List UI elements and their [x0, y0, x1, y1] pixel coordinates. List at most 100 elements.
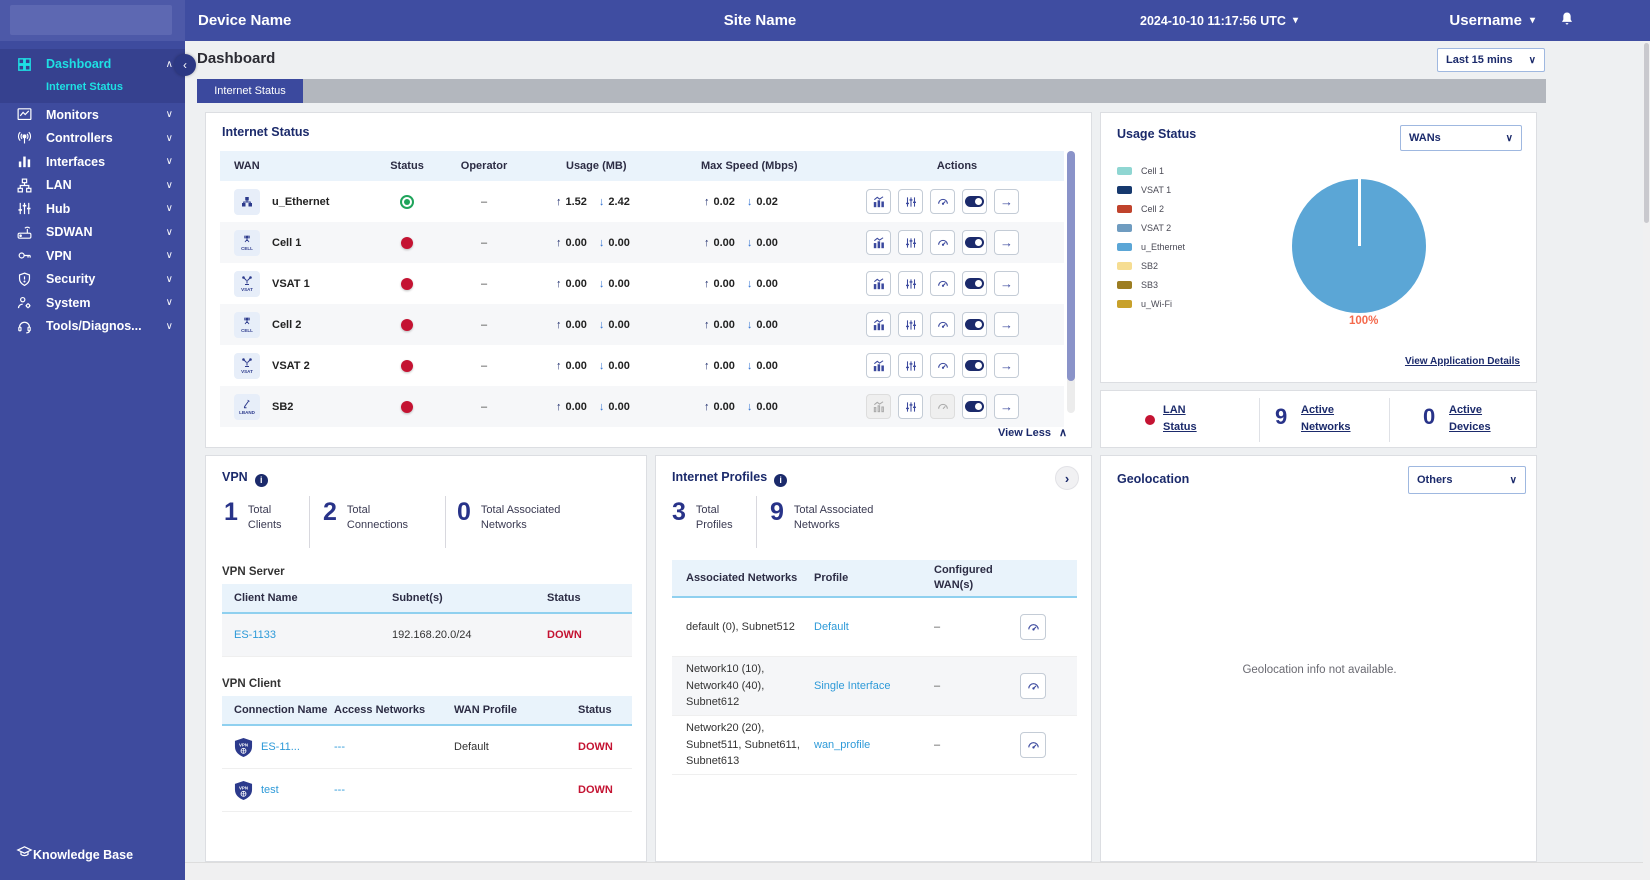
info-icon[interactable]: i	[774, 473, 788, 487]
panel-title: Geolocation	[1117, 472, 1190, 486]
bell-icon	[1559, 10, 1575, 32]
legend-item: Cell 1	[1117, 161, 1185, 180]
details-arrow-button[interactable]: →	[994, 394, 1019, 419]
speedtest-button[interactable]	[930, 353, 955, 378]
configure-button[interactable]	[898, 394, 923, 419]
expand-panel-button[interactable]: ›	[1055, 466, 1079, 490]
vertical-scrollbar[interactable]	[1643, 41, 1650, 880]
internet-status-panel: Internet Status WAN Status Operator Usag…	[205, 112, 1092, 448]
status-disconnected-indicator	[401, 318, 413, 331]
view-application-details-link[interactable]: View Application Details	[1405, 356, 1520, 367]
empty-state-message: Geolocation info not available.	[1242, 664, 1397, 676]
sidebar-item-security[interactable]: Security ∨	[0, 268, 185, 292]
sidebar-item-hub[interactable]: Hub ∨	[0, 197, 185, 221]
upload-icon: ↑	[704, 195, 710, 208]
notifications-button[interactable]	[1559, 0, 1575, 41]
client-name-link[interactable]: ES-1133	[222, 629, 392, 641]
logo	[10, 5, 172, 35]
tab-internet-status[interactable]: Internet Status	[197, 79, 303, 103]
enable-toggle[interactable]	[962, 189, 987, 214]
connection-name-link[interactable]: test	[261, 784, 279, 796]
speedtest-button[interactable]	[930, 189, 955, 214]
active-networks-link[interactable]: Active Networks	[1301, 402, 1367, 436]
configure-button[interactable]	[898, 353, 923, 378]
configure-button[interactable]	[898, 271, 923, 296]
dashboard-icon	[16, 56, 46, 73]
speedtest-button[interactable]	[1020, 614, 1046, 640]
speedtest-button[interactable]	[1020, 673, 1046, 699]
legend-item: SB2	[1117, 256, 1185, 275]
chevron-down-icon: ∨	[165, 320, 173, 332]
configure-button[interactable]	[898, 230, 923, 255]
view-less-button[interactable]: View Less ∧	[998, 426, 1067, 440]
sidebar-item-controllers[interactable]: Controllers ∨	[0, 127, 185, 151]
lan-summary-panel: LAN Status 9 Active Networks 0 Active De…	[1100, 390, 1537, 448]
sidebar-item-system[interactable]: System ∨	[0, 291, 185, 315]
sidebar-item-vpn[interactable]: VPN ∨	[0, 244, 185, 268]
vpn-stat-clients: 1 Total Clients	[224, 498, 282, 531]
time-range-select[interactable]: Last 15 mins ∨	[1437, 48, 1545, 72]
vpn-server-title: VPN Server	[222, 566, 285, 578]
site-name: Site Name	[723, 12, 797, 29]
enable-toggle[interactable]	[962, 394, 987, 419]
profile-row: Network10 (10), Network40 (40), Subnet61…	[672, 657, 1077, 716]
details-arrow-button[interactable]: →	[994, 353, 1019, 378]
speedtest-button[interactable]	[1020, 732, 1046, 758]
active-devices-link[interactable]: Active Devices	[1449, 402, 1505, 436]
timestamp-dropdown[interactable]: 2024-10-10 11:17:56 UTC ▾	[1140, 0, 1298, 41]
table-scrollbar[interactable]	[1067, 151, 1075, 413]
sidebar-item-lan[interactable]: LAN ∨	[0, 174, 185, 198]
profile-link[interactable]: Default	[814, 621, 934, 633]
enable-toggle[interactable]	[962, 271, 987, 296]
lan-status-link[interactable]: LAN Status	[1163, 402, 1219, 436]
details-arrow-button[interactable]: →	[994, 230, 1019, 255]
usage-chart-button[interactable]	[866, 353, 891, 378]
usage-chart-button[interactable]	[866, 312, 891, 337]
speedtest-button[interactable]	[930, 271, 955, 296]
sliders-icon	[16, 200, 46, 217]
sidebar-item-dashboard[interactable]: Dashboard ∧	[0, 51, 185, 77]
sidebar-item-sdwan[interactable]: SDWAN ∨	[0, 221, 185, 245]
status-disconnected-indicator	[401, 359, 413, 372]
details-arrow-button[interactable]: →	[994, 312, 1019, 337]
timestamp: 2024-10-10 11:17:56 UTC	[1140, 13, 1286, 28]
details-arrow-button[interactable]: →	[994, 271, 1019, 296]
details-arrow-button[interactable]: →	[994, 189, 1019, 214]
sidebar-item-monitors[interactable]: Monitors ∨	[0, 103, 185, 127]
sidebar-item-internet-status[interactable]: Internet Status	[0, 77, 185, 97]
sidebar-item-tools[interactable]: Tools/Diagnos... ∨	[0, 315, 185, 339]
shield-icon	[16, 271, 46, 288]
speedtest-button[interactable]	[930, 230, 955, 255]
speedtest-button[interactable]	[930, 312, 955, 337]
profile-link[interactable]: wan_profile	[814, 739, 934, 751]
info-icon[interactable]: i	[254, 473, 268, 487]
pie-slice-divider	[1358, 179, 1361, 246]
profile-link[interactable]: Single Interface	[814, 680, 934, 692]
usage-filter-select[interactable]: WANs ∨	[1400, 125, 1522, 151]
usage-status-panel: Usage Status WANs ∨ Cell 1 VSAT 1 Cell 2…	[1100, 112, 1537, 383]
geolocation-filter-select[interactable]: Others ∨	[1408, 466, 1526, 494]
chevron-down-icon: ∨	[165, 179, 173, 191]
profiles-table: Associated Networks Profile Configured W…	[672, 560, 1077, 775]
sidebar-collapse-button[interactable]: ‹	[174, 54, 196, 76]
user-menu[interactable]: Username ▾	[1449, 0, 1535, 41]
usage-chart-button[interactable]	[866, 230, 891, 255]
usage-chart-button[interactable]	[866, 189, 891, 214]
legend-item: Cell 2	[1117, 199, 1185, 218]
chevron-down-icon: ∨	[1528, 54, 1536, 66]
status-disconnected-indicator	[401, 236, 413, 249]
horizontal-scrollbar[interactable]	[185, 862, 1650, 880]
connection-name-link[interactable]: ES-11...	[261, 741, 300, 753]
chevron-down-icon: ∨	[165, 273, 173, 285]
enable-toggle[interactable]	[962, 312, 987, 337]
configure-button[interactable]	[898, 189, 923, 214]
enable-toggle[interactable]	[962, 353, 987, 378]
sidebar-item-interfaces[interactable]: Interfaces ∨	[0, 150, 185, 174]
configure-button[interactable]	[898, 312, 923, 337]
usage-chart-button[interactable]	[866, 271, 891, 296]
divider	[756, 496, 757, 548]
legend-item: VSAT 2	[1117, 218, 1185, 237]
enable-toggle[interactable]	[962, 230, 987, 255]
status-connected-indicator	[400, 194, 414, 209]
knowledge-base-link[interactable]: Knowledge Base	[0, 842, 201, 868]
